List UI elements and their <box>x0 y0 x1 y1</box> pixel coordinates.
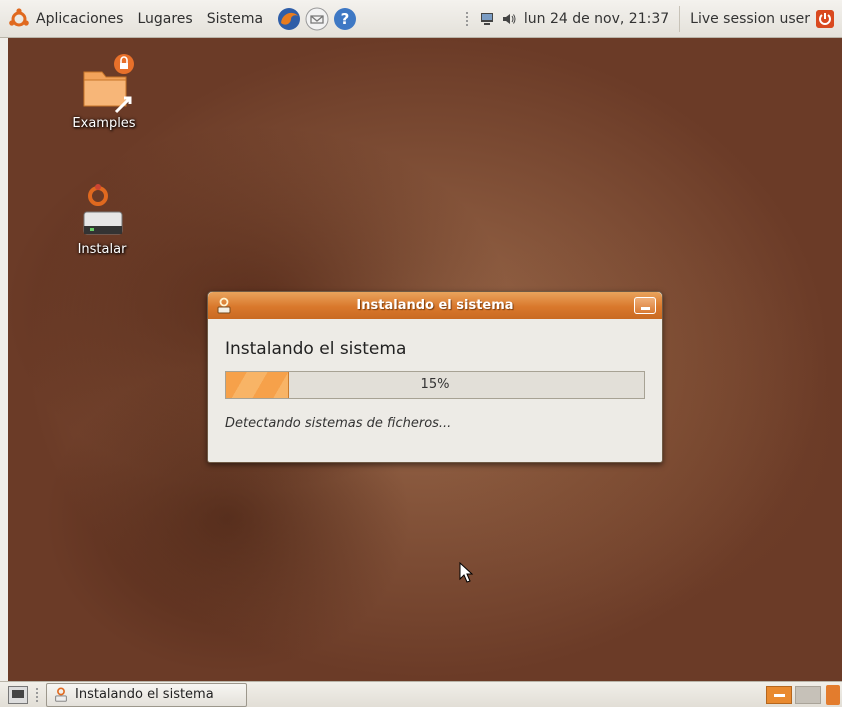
user-name[interactable]: Live session user <box>690 11 810 27</box>
firefox-icon[interactable] <box>277 7 301 31</box>
desktop-icon-examples[interactable]: Examples <box>64 50 144 131</box>
places-menu-label: Lugares <box>137 10 193 27</box>
dialog-title: Instalando el sistema <box>356 298 514 313</box>
help-icon[interactable]: ? <box>333 7 357 31</box>
system-menu-label: Sistema <box>206 10 264 27</box>
progress-bar: 15% <box>225 371 645 399</box>
top-panel: Aplicaciones Lugares Sistema ? lun 24 de… <box>0 0 842 38</box>
system-menu[interactable]: Sistema <box>207 11 263 27</box>
installer-icon <box>83 184 123 235</box>
taskbar-window-label: Instalando el sistema <box>75 687 214 702</box>
tray-handle[interactable] <box>465 12 470 26</box>
installer-task-icon <box>55 687 67 702</box>
workspace-2[interactable] <box>795 686 821 704</box>
workspace-1[interactable] <box>766 686 792 704</box>
taskbar-window-button[interactable]: Instalando el sistema <box>46 682 247 707</box>
trash-icon[interactable] <box>826 685 840 705</box>
tray-separator <box>679 6 681 32</box>
desktop-icon-label: Examples <box>72 116 136 131</box>
mouse-cursor-icon <box>459 562 474 583</box>
applications-menu[interactable]: Aplicaciones <box>8 7 124 30</box>
show-desktop-button[interactable] <box>8 685 28 704</box>
dialog-body: Instalando el sistema 15% Detectando sis… <box>208 319 662 431</box>
svg-text:?: ? <box>341 10 350 28</box>
desktop-icon-label: Instalar <box>77 242 127 257</box>
places-menu[interactable]: Lugares <box>137 11 192 27</box>
folder-icon <box>83 54 134 114</box>
power-icon[interactable] <box>816 10 834 28</box>
desktop-icon-instalar[interactable]: Instalar <box>62 182 142 257</box>
volume-icon[interactable] <box>501 11 517 27</box>
clock[interactable]: lun 24 de nov, 21:37 <box>524 11 669 27</box>
panel-handle[interactable] <box>36 687 40 702</box>
dialog-titlebar[interactable]: Instalando el sistema <box>208 292 662 319</box>
progress-label: 15% <box>420 377 450 392</box>
minimize-button[interactable] <box>634 297 656 314</box>
installer-app-icon <box>217 297 231 314</box>
status-text: Detectando sistemas de ficheros... <box>225 416 452 431</box>
dialog-heading: Instalando el sistema <box>225 339 407 359</box>
network-icon[interactable] <box>479 11 495 27</box>
ubuntu-logo-icon <box>9 7 29 26</box>
mail-icon[interactable] <box>305 7 329 31</box>
system-tray: lun 24 de nov, 21:37 Live session user <box>465 0 834 38</box>
install-dialog: Instalando el sistema Instalando el sist… <box>207 291 663 463</box>
bottom-panel: Instalando el sistema <box>0 681 842 707</box>
applications-menu-label: Aplicaciones <box>36 10 124 27</box>
